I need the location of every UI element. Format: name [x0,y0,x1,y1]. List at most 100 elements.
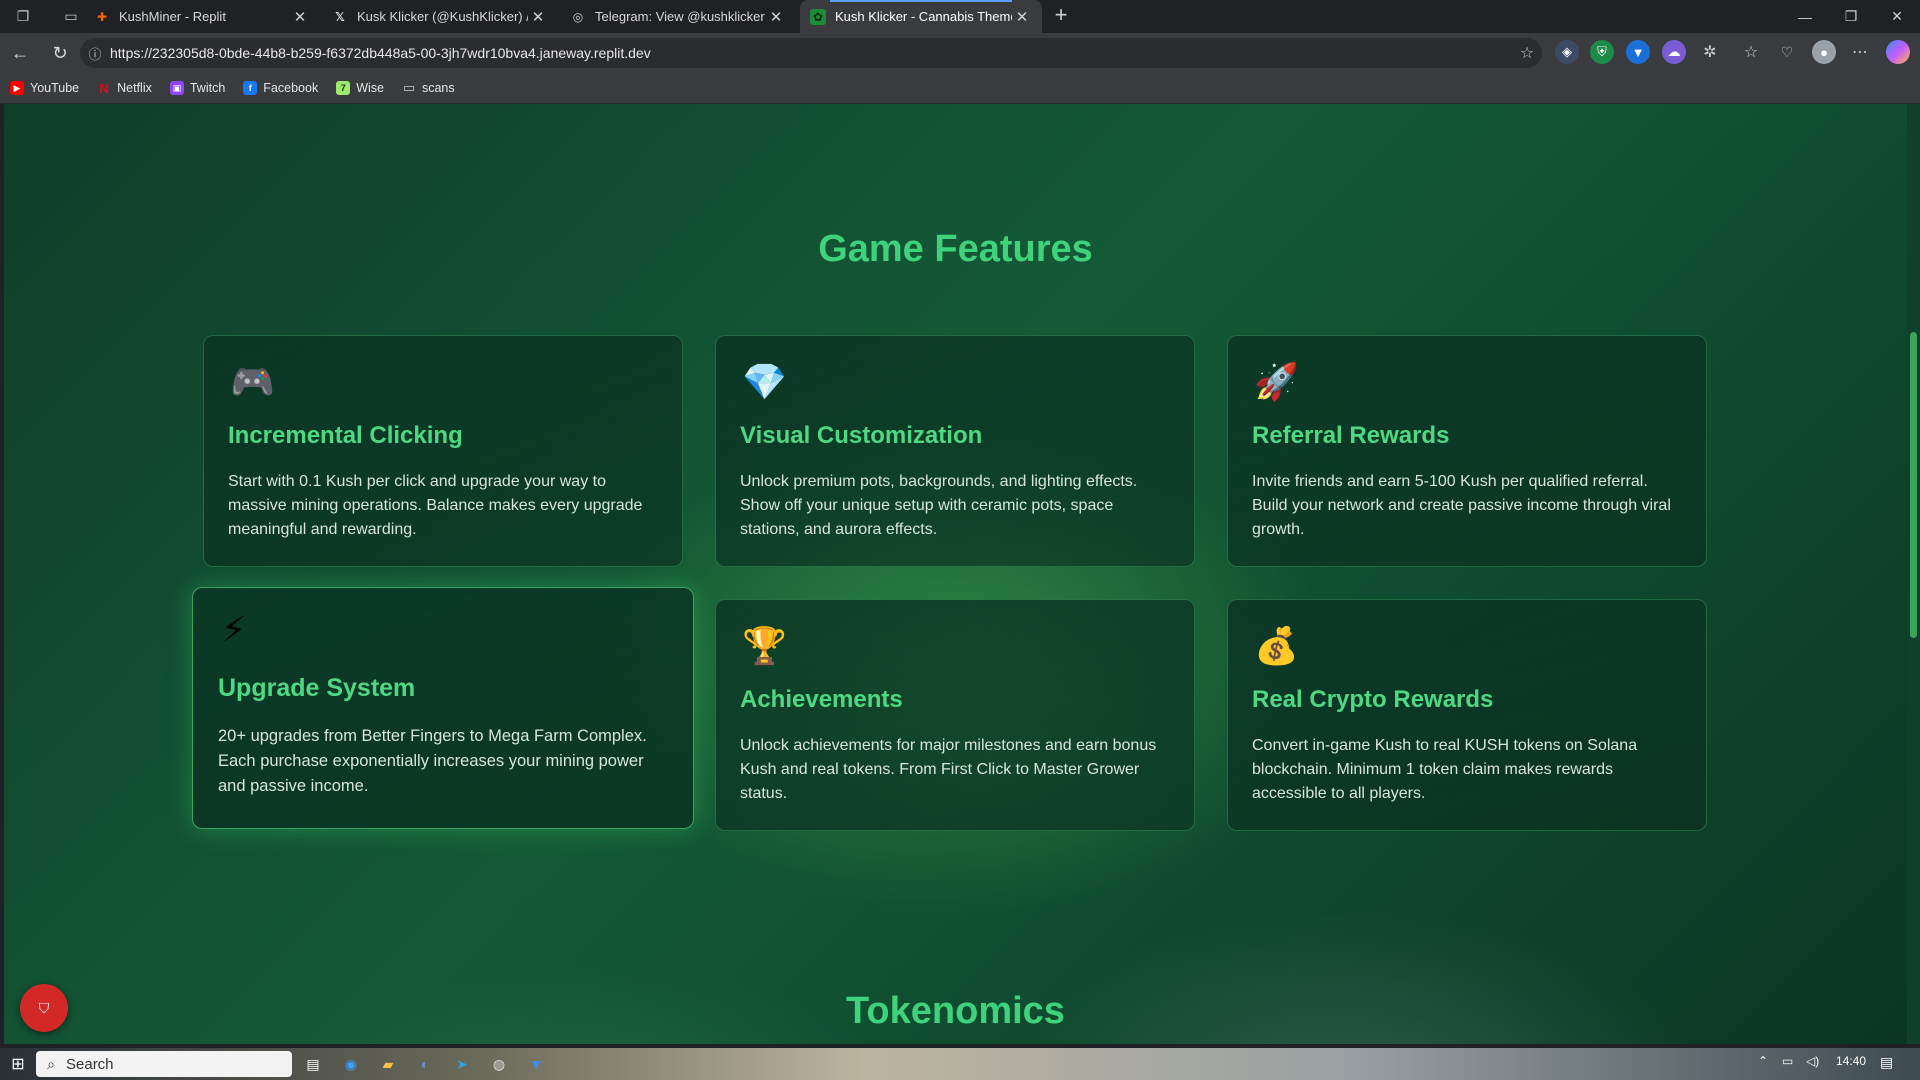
shield-icon: ⛉ [38,999,50,1016]
feature-card-referral-rewards: 🚀 Referral Rewards Invite friends and ea… [1227,335,1707,567]
feature-card-achievements: 🏆 Achievements Unlock achievements for m… [715,599,1195,831]
new-tab-button[interactable]: + [1048,3,1074,29]
feature-card-real-crypto-rewards: 💰 Real Crypto Rewards Convert in-game Ku… [1227,599,1707,831]
reload-button[interactable]: ↻ [44,37,76,69]
feature-description: 20+ upgrades from Better Fingers to Mega… [218,727,647,795]
tab-title: Telegram: View @kushklicker [595,9,765,24]
extensions-puzzle-icon[interactable]: ✲ [1698,40,1722,64]
bookmark-label: YouTube [30,81,80,95]
file-explorer-icon[interactable]: ▰ [375,1052,401,1076]
feature-description: Invite friends and earn 5-100 Kush per q… [1252,473,1671,538]
vpn-icon[interactable]: ▼ [523,1052,549,1076]
feature-description: Unlock premium pots, backgrounds, and li… [740,473,1138,538]
feature-description: Convert in-game Kush to real KUSH tokens… [1252,737,1638,802]
workspaces-icon[interactable]: ❐ [12,6,34,28]
favorites-icon[interactable]: ☆ [1739,40,1763,64]
vpn-extension-icon[interactable]: ▼ [1626,40,1650,64]
tab-telegram[interactable]: ◎ Telegram: View @kushklicker ✕ [560,0,796,33]
extension-icon[interactable]: ◈ [1555,40,1579,64]
bookmark-wise[interactable]: 7 Wise [336,81,384,95]
close-tab-icon[interactable]: ✕ [290,8,310,26]
feature-card-incremental-clicking: 🎮 Incremental Clicking Start with 0.1 Ku… [203,335,683,567]
bookmark-label: Twitch [189,81,226,95]
edge-browser-icon[interactable]: ◉ [338,1052,364,1076]
page-scrollbar[interactable] [1907,104,1920,1044]
copilot-icon[interactable] [1886,40,1910,64]
folder-icon: ▭ [402,80,416,95]
tab-x-kushklicker[interactable]: 𝕏 Kusk Klicker (@KushKlicker) / X ✕ [322,0,558,33]
network-icon[interactable]: ▭ [1782,1054,1793,1068]
scrollbar-thumb[interactable] [1910,332,1917,638]
volume-icon[interactable]: ◁) [1806,1054,1819,1068]
bookmark-label: Facebook [263,81,319,95]
tab-kushminer-replit[interactable]: ✚ KushMiner - Replit ✕ [84,0,320,33]
leaf-icon: ✿ [810,8,826,25]
telegram-icon[interactable]: ➤ [449,1052,475,1076]
gamepad-icon: 🎮 [230,361,275,402]
bookmark-youtube[interactable]: ▶ YouTube [10,81,79,95]
feature-title: Referral Rewards [1252,422,1450,449]
feature-card-upgrade-system: ⚡ Upgrade System 20+ upgrades from Bette… [192,587,694,829]
bookmark-folder-scans[interactable]: ▭ scans [402,80,455,95]
tab-title: KushMiner - Replit [119,9,226,24]
close-tab-icon[interactable]: ✕ [766,8,786,26]
feature-title: Incremental Clicking [228,422,463,449]
task-view-icon[interactable]: ▤ [300,1052,326,1076]
minimize-button[interactable]: — [1782,0,1828,33]
feature-description: Unlock achievements for major milestones… [740,737,1157,802]
taskbar-search-box[interactable]: ⌕ Search [36,1051,292,1077]
bookmark-twitch[interactable]: ▣ Twitch [169,81,226,95]
lightning-icon: ⚡ [221,609,247,650]
search-placeholder: Search [66,1055,114,1073]
shield-extension-icon[interactable]: ⛨ [1590,40,1614,64]
replit-icon: ✚ [96,9,108,24]
tab-actions-icon[interactable]: ▭ [60,6,82,28]
clock-time[interactable]: 14:40 [1836,1054,1866,1068]
trophy-icon: 🏆 [742,625,787,666]
section-title-tokenomics: Tokenomics [846,990,1065,1032]
steam-icon[interactable]: ◍ [486,1052,512,1076]
more-menu-icon[interactable]: ⋯ [1848,40,1872,64]
profile-avatar[interactable]: ● [1812,40,1836,64]
bookmarks-bar: ▶ YouTube N Netflix ▣ Twitch f Facebook … [0,73,1920,104]
bookmark-label: scans [421,81,455,95]
section-title-game-features: Game Features [818,228,1093,270]
feature-title: Real Crypto Rewards [1252,686,1494,713]
feature-title: Upgrade System [218,674,416,702]
bookmark-netflix[interactable]: N Netflix [97,80,152,96]
close-tab-icon[interactable]: ✕ [1012,8,1032,26]
tab-kush-klicker[interactable]: ✿ Kush Klicker - Cannabis Themed C ✕ [800,0,1042,33]
feature-title: Visual Customization [740,422,983,449]
site-info-icon[interactable]: ⓘ [80,44,110,63]
wise-icon: 7 [336,81,351,95]
close-tab-icon[interactable]: ✕ [528,8,548,26]
facebook-icon: f [243,81,258,95]
bookmark-facebook[interactable]: f Facebook [243,81,318,95]
feature-card-visual-customization: 💎 Visual Customization Unlock premium po… [715,335,1195,567]
security-shield-button[interactable]: ⛉ [20,984,68,1032]
page-content: Game Features 🎮 Incremental Clicking Sta… [4,104,1907,1044]
youtube-icon: ▶ [10,81,24,95]
favorite-star-icon[interactable]: ☆ [1512,43,1542,63]
close-window-button[interactable]: ✕ [1874,0,1920,33]
windows-taskbar: ⊞ ⌕ Search ▤ ◉ ▰ ◐ ➤ ◍ ▼ ⌃ ▭ ◁) 14:40 ▤ [0,1048,1920,1080]
browser-essentials-icon[interactable]: ♡ [1775,40,1799,64]
bookmark-label: Netflix [117,81,152,95]
money-bag-icon: 💰 [1254,625,1299,666]
globe-icon: ◎ [572,9,584,24]
feature-title: Achievements [740,686,903,713]
cloud-extension-icon[interactable]: ☁ [1662,40,1686,64]
gem-icon: 💎 [742,361,787,402]
tab-title: Kush Klicker - Cannabis Themed C [835,9,1012,24]
netflix-icon: N [99,80,109,96]
search-icon: ⌕ [47,1055,55,1072]
address-bar[interactable]: ⓘ https://232305d8-0bde-44b8-b259-f6372d… [80,38,1542,68]
restore-button[interactable]: ❐ [1828,0,1874,33]
show-hidden-icons-icon[interactable]: ⌃ [1758,1054,1768,1068]
tab-bar: ❐ ▭ ✚ KushMiner - Replit ✕ 𝕏 Kusk Klicke… [0,0,1920,33]
url-text[interactable]: https://232305d8-0bde-44b8-b259-f6372db4… [110,45,1512,61]
back-button[interactable]: ← [4,37,36,69]
windows-start-icon[interactable]: ⊞ [0,1048,36,1080]
discord-icon[interactable]: ◐ [412,1052,438,1076]
notifications-icon[interactable]: ▤ [1880,1054,1893,1071]
